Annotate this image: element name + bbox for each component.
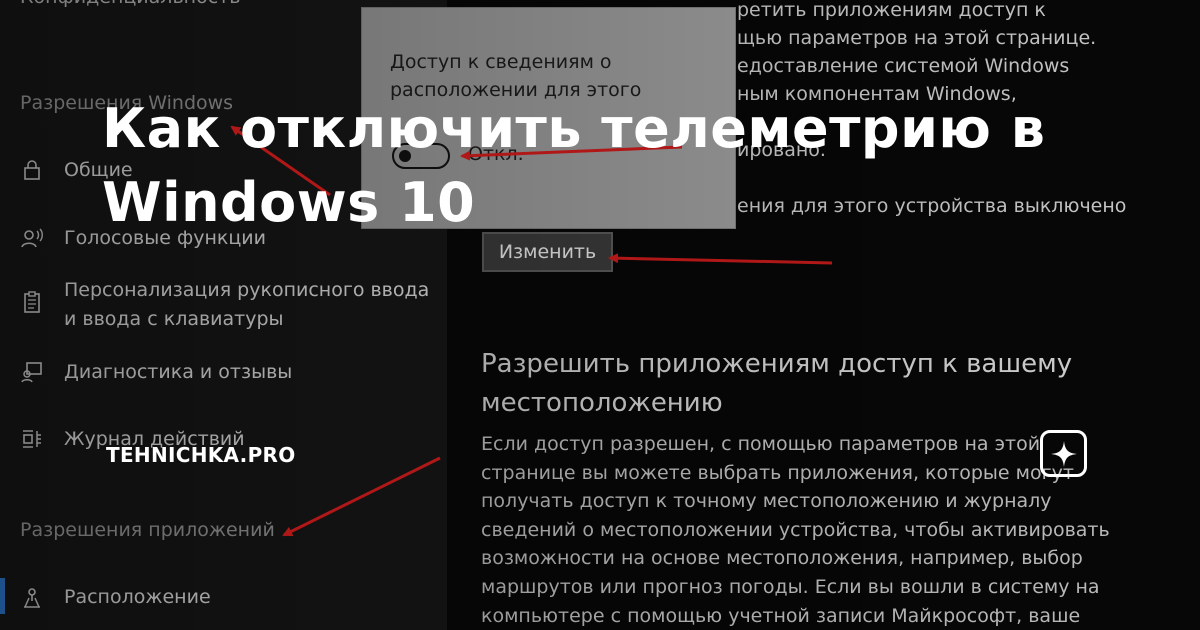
clipboard-icon bbox=[24, 291, 40, 313]
section-heading: Разрешить приложениям доступ к вашему ме… bbox=[481, 349, 1073, 418]
feedback-icon bbox=[21, 362, 42, 383]
sidebar-item-label: Расположение bbox=[64, 586, 211, 608]
site-brand[interactable]: TEHNICHKA.PRO bbox=[106, 443, 296, 467]
speech-icon bbox=[21, 228, 43, 248]
active-indicator bbox=[0, 578, 5, 614]
sidebar-top-label: Конфиденциальность bbox=[20, 0, 240, 8]
location-icon bbox=[24, 588, 40, 608]
intro-line: щью параметров на этой странице. bbox=[737, 27, 1097, 49]
sparkle-glyph bbox=[1050, 440, 1077, 467]
sidebar-item-location[interactable]: Расположение bbox=[20, 583, 211, 612]
sidebar-item-label: Диагностика и отзывы bbox=[64, 361, 293, 383]
lock-icon bbox=[24, 160, 40, 180]
sidebar-item-label: Персонализация рукописного ввода и ввода… bbox=[64, 279, 430, 330]
sidebar-item-inking-typing[interactable]: Персонализация рукописного ввода и ввода… bbox=[20, 276, 440, 334]
section-app-permissions: Разрешения приложений bbox=[20, 519, 275, 541]
intro-line: едоставление системой Windows bbox=[737, 55, 1070, 77]
activity-history-icon bbox=[23, 430, 41, 448]
article-title: Как отключить телеметрию в Windows 10 bbox=[102, 97, 1046, 234]
intro-line: ретить приложениям доступ к bbox=[737, 0, 1046, 21]
sidebar-item-diagnostics[interactable]: Диагностика и отзывы bbox=[20, 358, 292, 387]
section-description: Если доступ разрешен, с помощью параметр… bbox=[481, 433, 1110, 627]
sparkle-icon[interactable] bbox=[1040, 430, 1087, 477]
